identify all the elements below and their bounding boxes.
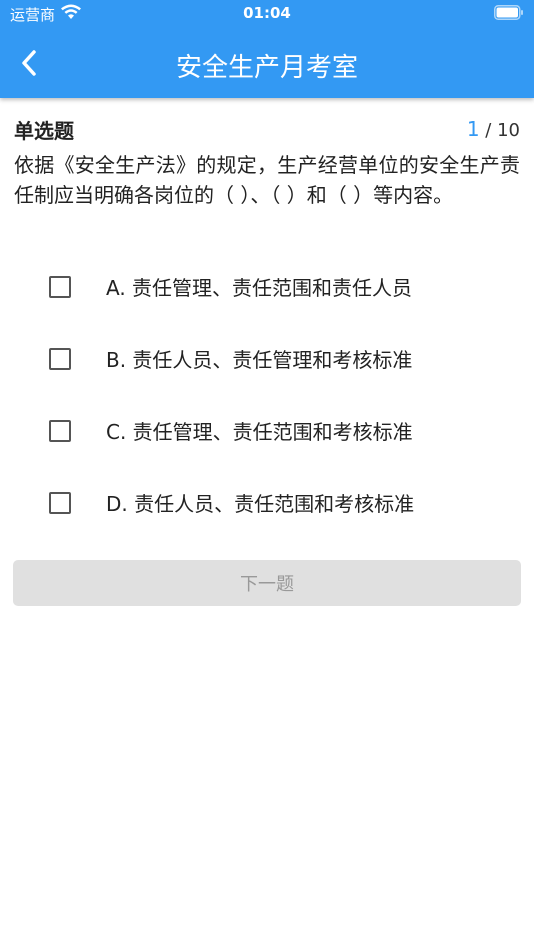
page-title: 安全生产月考室 — [175, 53, 358, 83]
option-c[interactable]: C. 责任管理、责任范围和考核标准 — [0, 403, 534, 459]
next-question-button[interactable]: 下一题 — [13, 560, 521, 606]
option-a-label: A. 责任管理、责任范围和责任人员 — [106, 276, 413, 300]
app-header: 运营商 01:04 安全生产月考室 — [0, 0, 534, 98]
option-b[interactable]: B. 责任人员、责任管理和考核标准 — [0, 331, 534, 387]
option-b-checkbox[interactable] — [49, 348, 71, 370]
question-text: 依据《安全生产法》的规定，生产经营单位的安全生产责任制应当明确各岗位的（ ）、（… — [14, 153, 520, 207]
option-d[interactable]: D. 责任人员、责任范围和考核标准 — [0, 475, 534, 531]
option-c-checkbox[interactable] — [49, 420, 71, 442]
question-progress: 1 / 10 — [467, 117, 520, 141]
progress-total: 10 — [497, 120, 520, 141]
question-type-label: 单选题 — [14, 119, 74, 143]
option-d-checkbox[interactable] — [49, 492, 71, 514]
battery-icon — [494, 5, 523, 20]
progress-separator: / — [479, 120, 498, 141]
option-d-label: D. 责任人员、责任范围和考核标准 — [106, 492, 415, 516]
status-bar: 运营商 01:04 — [0, 0, 534, 28]
status-time: 01:04 — [243, 4, 291, 22]
nav-bar: 安全生产月考室 — [0, 28, 534, 98]
option-a-checkbox[interactable] — [49, 276, 71, 298]
progress-current: 1 — [466, 117, 480, 141]
option-c-label: C. 责任管理、责任范围和考核标准 — [106, 420, 413, 444]
option-b-label: B. 责任人员、责任管理和考核标准 — [106, 348, 413, 372]
option-a[interactable]: A. 责任管理、责任范围和责任人员 — [0, 259, 534, 315]
